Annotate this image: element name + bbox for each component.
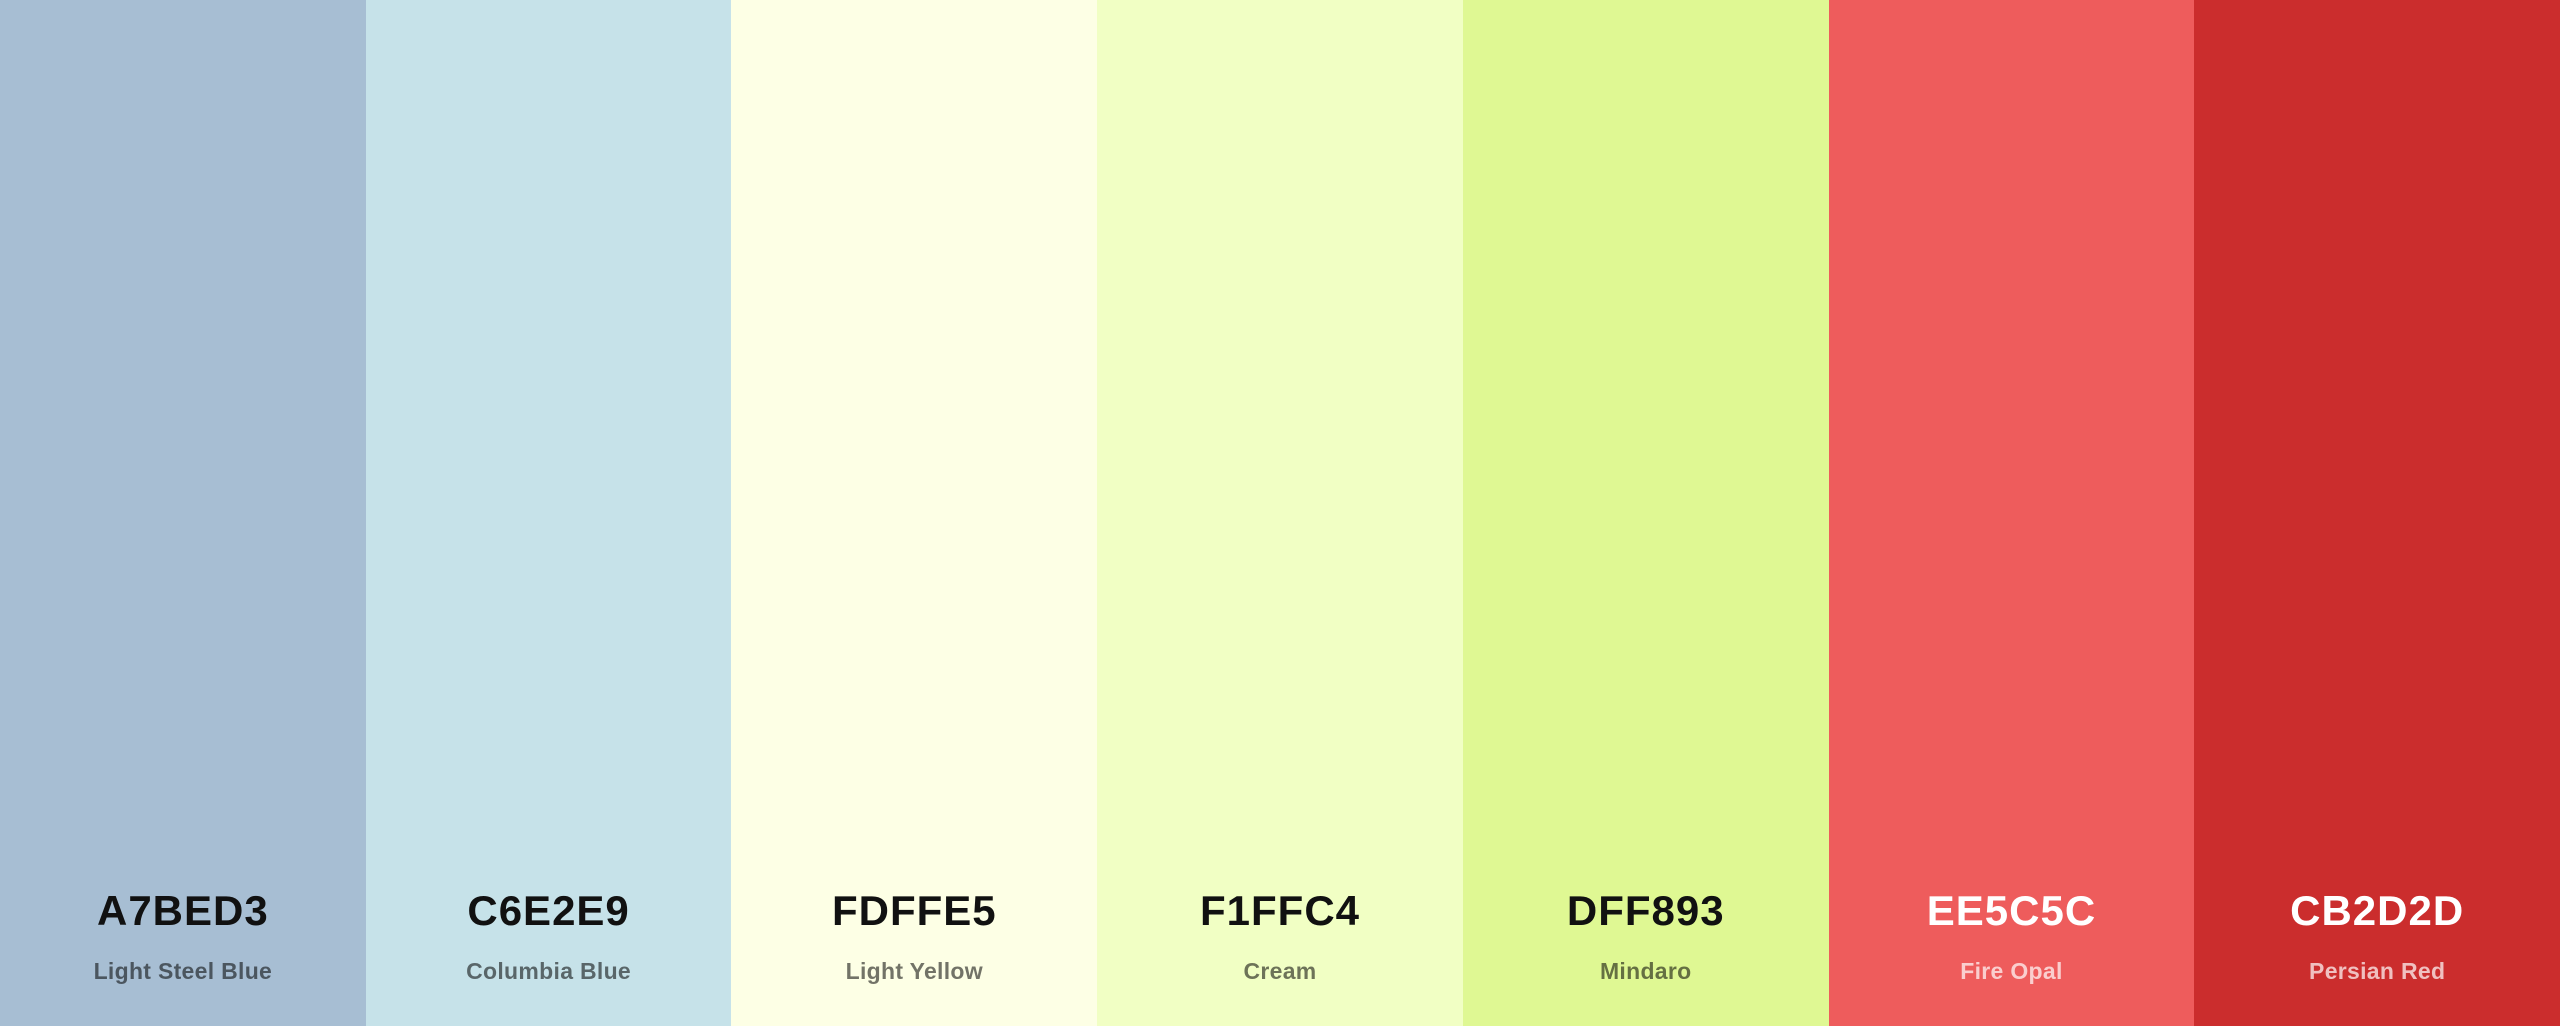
- swatch-persian-red[interactable]: CB2D2D Persian Red: [2194, 0, 2560, 1026]
- swatch-fire-opal[interactable]: EE5C5C Fire Opal: [1828, 0, 2195, 1026]
- swatch-light-yellow[interactable]: FDFFE5 Light Yellow: [731, 0, 1098, 1026]
- swatch-hex-code[interactable]: C6E2E9: [366, 885, 732, 937]
- swatch-hex-code[interactable]: CB2D2D: [2194, 885, 2560, 937]
- swatch-color-name: Light Steel Blue: [93, 958, 273, 984]
- swatch-hex-code[interactable]: FDFFE5: [731, 885, 1097, 937]
- swatch-hex-code[interactable]: EE5C5C: [1829, 885, 2195, 937]
- swatch-columbia-blue[interactable]: C6E2E9 Columbia Blue: [365, 0, 732, 1026]
- swatch-hex-code[interactable]: DFF893: [1463, 885, 1829, 937]
- swatch-cream[interactable]: F1FFC4 Cream: [1097, 0, 1463, 1026]
- swatch-info: EE5C5C Fire Opal: [1829, 885, 2195, 985]
- swatch-color-name: Fire Opal: [1960, 958, 2063, 984]
- swatch-mindaro[interactable]: DFF893 Mindaro: [1462, 0, 1829, 1026]
- swatch-light-steel-blue[interactable]: A7BED3 Light Steel Blue: [0, 0, 366, 1026]
- swatch-hex-code[interactable]: A7BED3: [0, 885, 366, 937]
- swatch-info: C6E2E9 Columbia Blue: [366, 885, 732, 985]
- swatch-color-name: Mindaro: [1599, 958, 1692, 984]
- swatch-info: DFF893 Mindaro: [1463, 885, 1829, 985]
- swatch-color-name: Columbia Blue: [466, 958, 632, 984]
- swatch-info: A7BED3 Light Steel Blue: [0, 885, 366, 985]
- swatch-info: F1FFC4 Cream: [1097, 885, 1463, 985]
- swatch-color-name: Persian Red: [2309, 958, 2446, 984]
- swatch-hex-code[interactable]: F1FFC4: [1097, 885, 1463, 937]
- swatch-color-name: Light Yellow: [845, 958, 983, 984]
- swatch-color-name: Cream: [1243, 958, 1317, 984]
- color-palette: A7BED3 Light Steel Blue C6E2E9 Columbia …: [0, 0, 2560, 1026]
- swatch-info: CB2D2D Persian Red: [2194, 885, 2560, 985]
- swatch-info: FDFFE5 Light Yellow: [731, 885, 1097, 985]
